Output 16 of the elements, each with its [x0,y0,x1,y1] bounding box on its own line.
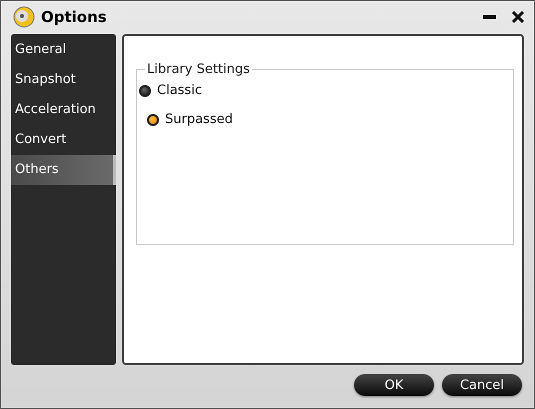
sidebar-item[interactable]: Snapshot [11,65,116,95]
radio-label: Classic [157,83,202,98]
radio-label: Surpassed [165,112,233,127]
sidebar-item[interactable]: Others [11,155,116,185]
minimize-icon[interactable] [483,14,496,18]
close-icon[interactable] [512,10,524,22]
window-title: Options [41,8,108,26]
sidebar-item[interactable]: General [11,35,116,65]
disc-icon [13,6,35,28]
sidebar-item[interactable]: Convert [11,125,116,155]
radio-button[interactable] [139,84,151,96]
sidebar-item[interactable]: Acceleration [11,95,116,125]
ok-button[interactable]: OK [354,374,434,396]
radio-button[interactable] [147,114,159,126]
group-title: Library Settings [146,62,251,77]
cancel-button[interactable]: Cancel [442,374,522,396]
